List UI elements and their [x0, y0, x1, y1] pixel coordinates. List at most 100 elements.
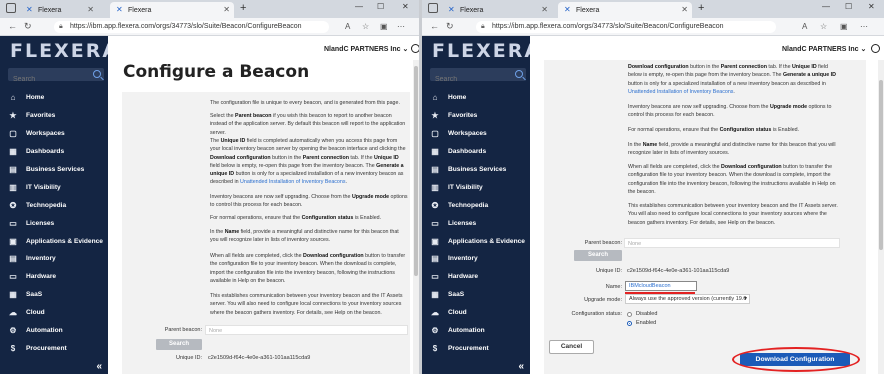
- address-bar: ← ↻ 🔒︎ https://ibm.app.flexera.com/orgs/…: [422, 18, 884, 36]
- scrollbar-thumb[interactable]: [879, 80, 883, 250]
- org-selector[interactable]: NlandC PARTNERS Inc ⌄: [324, 45, 408, 53]
- home-icon: ⌂: [10, 93, 16, 103]
- search-button[interactable]: Search: [156, 339, 202, 350]
- user-icon[interactable]: [871, 44, 880, 53]
- extensions-icon[interactable]: ⋯: [397, 22, 405, 31]
- sidebar-item-cloud[interactable]: ☁ Cloud: [422, 304, 530, 322]
- url-field[interactable]: 🔒︎ https://ibm.app.flexera.com/orgs/3477…: [54, 21, 329, 33]
- tab-bar: ✕ Flexera ✕ ✕ Flexera ✕ + — ☐ ✕: [0, 0, 419, 18]
- sidebar-item-workspaces[interactable]: ▢ Workspaces: [422, 125, 530, 143]
- maximize-button[interactable]: ☐: [377, 2, 384, 11]
- sidebar-item-label: IT Visibility: [26, 183, 61, 191]
- sidebar-item-automation[interactable]: ⚙ Automation: [0, 322, 108, 340]
- sidebar-item-hardware[interactable]: ▭ Hardware: [422, 268, 530, 286]
- sidebar-item-automation[interactable]: ⚙ Automation: [422, 322, 530, 340]
- sidebar-item-label: Cloud: [448, 309, 467, 317]
- browser-tab-inactive[interactable]: ✕ Flexera ✕: [442, 2, 552, 18]
- refresh-icon[interactable]: ↻: [24, 21, 32, 32]
- sidebar-item-licenses[interactable]: ▭ Licenses: [422, 214, 530, 232]
- user-icon[interactable]: [411, 44, 419, 53]
- back-icon[interactable]: ←: [8, 21, 17, 31]
- sidebar-item-it-visibility[interactable]: ▥ IT Visibility: [422, 178, 530, 196]
- name-input[interactable]: IBMcloudBeacon: [625, 281, 697, 291]
- tab-actions-icon[interactable]: [6, 3, 16, 13]
- favorite-icon[interactable]: ☆: [820, 22, 827, 31]
- org-selector[interactable]: NlandC PARTNERS Inc ⌄: [782, 45, 866, 53]
- sidebar-item-label: IT Visibility: [448, 183, 483, 191]
- sidebar-item-home[interactable]: ⌂ Home: [422, 89, 530, 107]
- sidebar-item-inventory[interactable]: ▤ Inventory: [0, 250, 108, 268]
- sidebar-item-business-services[interactable]: ▤ Business Services: [0, 161, 108, 179]
- close-tab-icon[interactable]: ✕: [681, 5, 688, 14]
- minimize-button[interactable]: —: [822, 2, 830, 11]
- close-tab-icon[interactable]: ✕: [541, 5, 548, 14]
- collections-icon[interactable]: ▣: [380, 22, 388, 31]
- sidebar-search[interactable]: [430, 68, 526, 86]
- sidebar-item-dashboards[interactable]: ▦ Dashboards: [0, 143, 108, 161]
- sidebar-search-input[interactable]: [8, 73, 88, 86]
- favorite-icon[interactable]: ☆: [362, 22, 369, 31]
- sidebar-item-cloud[interactable]: ☁ Cloud: [0, 304, 108, 322]
- parent-beacon-field[interactable]: None: [624, 238, 840, 248]
- sidebar-item-applications-evidence[interactable]: ▣ Applications & Evidence: [0, 232, 108, 250]
- sidebar-item-saas[interactable]: ▦ SaaS: [422, 286, 530, 304]
- sidebar-item-saas[interactable]: ▦ SaaS: [0, 286, 108, 304]
- sidebar-search[interactable]: [8, 68, 104, 86]
- maximize-button[interactable]: ☐: [845, 2, 852, 11]
- collapse-sidebar-icon[interactable]: «: [96, 361, 102, 372]
- sidebar-item-procurement[interactable]: $ Procurement: [422, 339, 530, 357]
- sidebar-item-inventory[interactable]: ▤ Inventory: [422, 250, 530, 268]
- url-field[interactable]: 🔒︎ https://ibm.app.flexera.com/orgs/3477…: [476, 21, 776, 33]
- sidebar-item-favorites[interactable]: ★ Favorites: [422, 107, 530, 125]
- sidebar-search-input[interactable]: [430, 73, 510, 86]
- sidebar-item-hardware[interactable]: ▭ Hardware: [0, 268, 108, 286]
- sidebar-item-label: Business Services: [26, 166, 85, 173]
- status-disabled-radio[interactable]: [627, 312, 632, 317]
- browser-tab-inactive[interactable]: ✕ Flexera ✕: [20, 2, 98, 18]
- sidebar-item-workspaces[interactable]: ▢ Workspaces: [0, 125, 108, 143]
- sidebar-item-technopedia[interactable]: ✪ Technopedia: [422, 196, 530, 214]
- chevron-down-icon: ⌄: [860, 46, 867, 53]
- saas-icon: ▦: [9, 290, 17, 300]
- sidebar-item-technopedia[interactable]: ✪ Technopedia: [0, 196, 108, 214]
- sidebar-item-label: Dashboards: [26, 148, 65, 156]
- search-icon[interactable]: [93, 70, 101, 78]
- status-disabled-label: Disabled: [636, 311, 658, 317]
- search-icon[interactable]: [515, 70, 523, 78]
- unattended-install-link[interactable]: Unattended Installation of Inventory Bea…: [628, 89, 733, 95]
- page-scrollbar[interactable]: [878, 60, 884, 374]
- close-tab-icon[interactable]: ✕: [223, 5, 230, 14]
- back-icon[interactable]: ←: [430, 21, 439, 31]
- sidebar-item-business-services[interactable]: ▤ Business Services: [422, 161, 530, 179]
- workspaces-icon: ▢: [9, 129, 17, 139]
- extensions-icon[interactable]: ⋯: [860, 22, 868, 31]
- sidebar-item-applications-evidence[interactable]: ▣ Applications & Evidence: [422, 232, 530, 250]
- close-window-button[interactable]: ✕: [402, 2, 409, 11]
- upgrade-mode-select[interactable]: Always use the approved version (current…: [625, 294, 750, 304]
- scrollbar-thumb[interactable]: [414, 66, 418, 276]
- read-aloud-icon[interactable]: A: [345, 22, 350, 31]
- parent-beacon-field[interactable]: None: [205, 325, 408, 335]
- sidebar-item-procurement[interactable]: $ Procurement: [0, 339, 108, 357]
- read-aloud-icon[interactable]: A: [802, 22, 807, 31]
- sidebar-item-it-visibility[interactable]: ▥ IT Visibility: [0, 178, 108, 196]
- close-tab-icon[interactable]: ✕: [87, 5, 94, 14]
- sidebar-item-home[interactable]: ⌂ Home: [0, 89, 108, 107]
- minimize-button[interactable]: —: [355, 2, 363, 11]
- sidebar-item-favorites[interactable]: ★ Favorites: [0, 107, 108, 125]
- close-window-button[interactable]: ✕: [868, 2, 875, 11]
- browser-tab-active[interactable]: ✕ Flexera ✕: [110, 2, 234, 18]
- collections-icon[interactable]: ▣: [840, 22, 848, 31]
- new-tab-button[interactable]: +: [698, 2, 704, 14]
- status-enabled-radio[interactable]: [627, 321, 632, 326]
- refresh-icon[interactable]: ↻: [446, 21, 454, 32]
- unattended-install-link[interactable]: Unattended Installation of Inventory Bea…: [240, 179, 345, 185]
- sidebar-item-licenses[interactable]: ▭ Licenses: [0, 214, 108, 232]
- search-button[interactable]: Search: [574, 250, 622, 261]
- cancel-button[interactable]: Cancel: [549, 340, 594, 354]
- new-tab-button[interactable]: +: [240, 2, 246, 14]
- tab-actions-icon[interactable]: [428, 3, 438, 13]
- sidebar-item-dashboards[interactable]: ▦ Dashboards: [422, 143, 530, 161]
- collapse-sidebar-icon[interactable]: «: [518, 361, 524, 372]
- browser-tab-active[interactable]: ✕ Flexera ✕: [558, 2, 692, 18]
